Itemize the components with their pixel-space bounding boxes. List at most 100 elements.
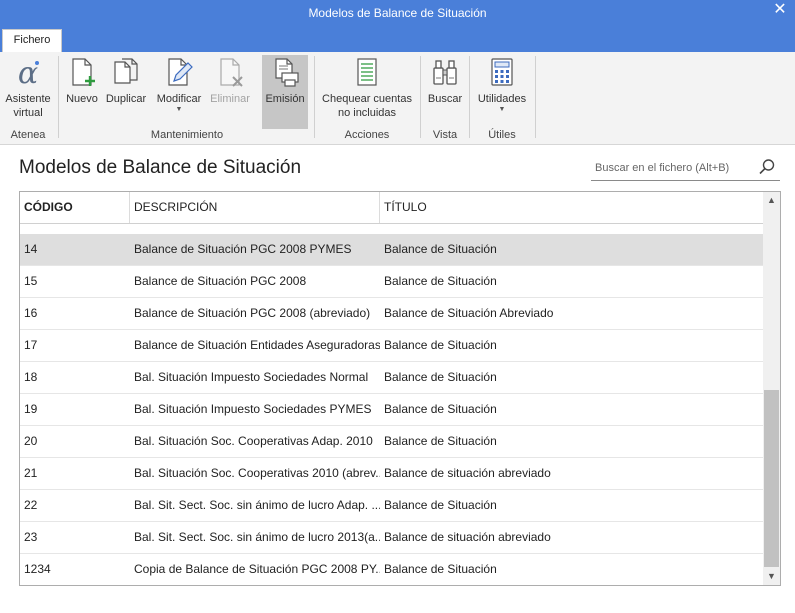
table-row[interactable]: 21 Bal. Situación Soc. Cooperativas 2010 … [20, 458, 763, 490]
table-row[interactable]: 20 Bal. Situación Soc. Cooperativas Adap.… [20, 426, 763, 458]
table-row[interactable]: 19 Bal. Situación Impuesto Sociedades PYM… [20, 394, 763, 426]
print-document-icon [275, 58, 299, 87]
cell-titulo: Balance de situación abreviado [384, 530, 551, 544]
cell-codigo: 20 [24, 434, 38, 448]
cell-codigo: 21 [24, 466, 38, 480]
chequear-label-1: Chequear cuentas [322, 93, 412, 105]
cell-descripcion: Balance de Situación PGC 2008 (abreviado… [134, 306, 371, 320]
buscar-label: Buscar [427, 93, 463, 105]
scroll-down-icon[interactable]: ▼ [763, 568, 780, 585]
column-header-descripcion[interactable]: DESCRIPCIÓN [130, 192, 380, 223]
emision-button[interactable]: Emisión [262, 55, 308, 129]
cell-codigo: 18 [24, 370, 38, 384]
cell-descripcion: Balance de Situación PGC 2008 [134, 274, 307, 288]
cell-titulo: Balance de Situación [384, 498, 497, 512]
search-icon[interactable] [758, 158, 776, 176]
duplicar-label: Duplicar [105, 93, 147, 105]
cell-titulo: Balance de Situación [384, 562, 497, 576]
cell-descripcion: Bal. Sit. Sect. Soc. sin ánimo de lucro … [134, 530, 380, 544]
cell-titulo: Balance de Situación [384, 434, 497, 448]
svg-text:α: α [18, 56, 38, 88]
duplicate-icon [114, 58, 138, 84]
cell-descripcion: Bal. Sit. Sect. Soc. sin ánimo de lucro … [134, 498, 380, 512]
close-icon[interactable]: ✕ [769, 0, 791, 22]
cell-descripcion: Bal. Situación Impuesto Sociedades PYMES [134, 402, 372, 416]
column-header-codigo[interactable]: CÓDIGO [20, 192, 130, 223]
vertical-scrollbar[interactable]: ▲ ▼ [763, 192, 780, 585]
buscar-button[interactable]: Buscar [425, 56, 465, 128]
group-label-acciones: Acciones [344, 129, 390, 141]
modificar-button[interactable]: Modificar ▼ [152, 56, 206, 128]
table-row[interactable]: 14 Balance de Situación PGC 2008 PYMES Bal… [20, 234, 763, 266]
cell-codigo: 17 [24, 338, 38, 352]
group-label-vista: Vista [432, 129, 458, 141]
cell-descripcion: Balance de Situación Entidades Asegurado… [134, 338, 380, 352]
cell-codigo: 14 [24, 242, 38, 256]
table-row[interactable]: 1234 Copia de Balance de Situación PGC 20… [20, 554, 763, 585]
table-row[interactable]: 15 Balance de Situación PGC 2008 Balance d… [20, 266, 763, 298]
cell-titulo: Balance de situación abreviado [384, 466, 551, 480]
table-row[interactable]: 16 Balance de Situación PGC 2008 (abrevia… [20, 298, 763, 330]
asistente-label-2: virtual [13, 107, 43, 119]
models-grid: CÓDIGO DESCRIPCIÓN TÍTULO 14 Balance de S… [19, 191, 781, 586]
group-separator [469, 56, 470, 138]
page-title: Modelos de Balance de Situación [19, 157, 302, 178]
chevron-down-icon: ▼ [498, 106, 506, 113]
cell-titulo: Balance de Situación [384, 370, 497, 384]
cell-descripcion: Bal. Situación Soc. Cooperativas Adap. 2… [134, 434, 373, 448]
chequear-label-2: no incluidas [337, 107, 397, 119]
group-label-mantenimiento: Mantenimiento [150, 129, 224, 141]
grid-rows: 14 Balance de Situación PGC 2008 PYMES Bal… [20, 234, 763, 585]
cell-titulo: Balance de Situación [384, 338, 497, 352]
title-bar: Modelos de Balance de Situación ✕ [0, 0, 795, 27]
new-document-icon [72, 58, 95, 86]
cell-titulo: Balance de Situación [384, 242, 497, 256]
cell-descripcion: Bal. Situación Impuesto Sociedades Norma… [134, 370, 369, 384]
search-input[interactable] [595, 159, 755, 177]
search-box [591, 155, 780, 181]
table-row[interactable]: 23 Bal. Sit. Sect. Soc. sin ánimo de lucr… [20, 522, 763, 554]
scroll-up-icon[interactable]: ▲ [763, 192, 780, 209]
group-separator [314, 56, 315, 138]
cell-descripcion: Balance de Situación PGC 2008 PYMES [134, 242, 352, 256]
column-header-titulo[interactable]: TÍTULO [380, 192, 763, 223]
group-separator [420, 56, 421, 138]
window-title: Modelos de Balance de Situación [308, 6, 487, 20]
cell-codigo: 22 [24, 498, 38, 512]
eliminar-label: Eliminar [210, 93, 250, 105]
cell-titulo: Balance de Situación Abreviado [384, 306, 554, 320]
asistente-virtual-button[interactable]: α Asistente virtual [2, 56, 54, 128]
utilidades-button[interactable]: Utilidades ▼ [474, 56, 530, 128]
emision-label: Emisión [265, 93, 305, 105]
utilidades-label: Utilidades [477, 93, 527, 105]
nuevo-button[interactable]: Nuevo [63, 56, 101, 128]
binoculars-icon [433, 60, 457, 85]
asistente-label-1: Asistente [5, 93, 51, 105]
table-row[interactable]: 17 Balance de Situación Entidades Asegura… [20, 330, 763, 362]
edit-document-icon [168, 58, 193, 86]
group-label-atenea: Atenea [10, 129, 46, 141]
eliminar-button[interactable]: Eliminar [208, 56, 252, 128]
chequear-cuentas-button[interactable]: Chequear cuentas no incluidas [318, 56, 416, 128]
group-label-utiles: Útiles [488, 129, 516, 141]
table-row[interactable]: 22 Bal. Sit. Sect. Soc. sin ánimo de lucr… [20, 490, 763, 522]
ribbon: α Asistente virtual Atenea Nuevo Duplica… [0, 52, 795, 145]
duplicar-button[interactable]: Duplicar [103, 56, 149, 128]
ribbon-tab-bar: Fichero [0, 27, 795, 52]
modificar-label: Modificar [156, 93, 202, 105]
scrollbar-thumb[interactable] [764, 390, 779, 567]
tab-fichero[interactable]: Fichero [2, 29, 62, 52]
calculator-icon [491, 58, 513, 86]
cell-descripcion: Copia de Balance de Situación PGC 2008 P… [134, 562, 380, 576]
group-separator [535, 56, 536, 138]
cell-codigo: 23 [24, 530, 38, 544]
chevron-down-icon: ▼ [175, 106, 183, 113]
cell-titulo: Balance de Situación [384, 402, 497, 416]
grid-header: CÓDIGO DESCRIPCIÓN TÍTULO [20, 192, 763, 224]
alpha-icon: α [18, 56, 39, 88]
table-row[interactable]: 18 Bal. Situación Impuesto Sociedades Nor… [20, 362, 763, 394]
nuevo-label: Nuevo [66, 93, 98, 105]
cell-descripcion: Bal. Situación Soc. Cooperativas 2010 (a… [134, 466, 380, 480]
cell-codigo: 1234 [24, 562, 51, 576]
cell-codigo: 15 [24, 274, 38, 288]
